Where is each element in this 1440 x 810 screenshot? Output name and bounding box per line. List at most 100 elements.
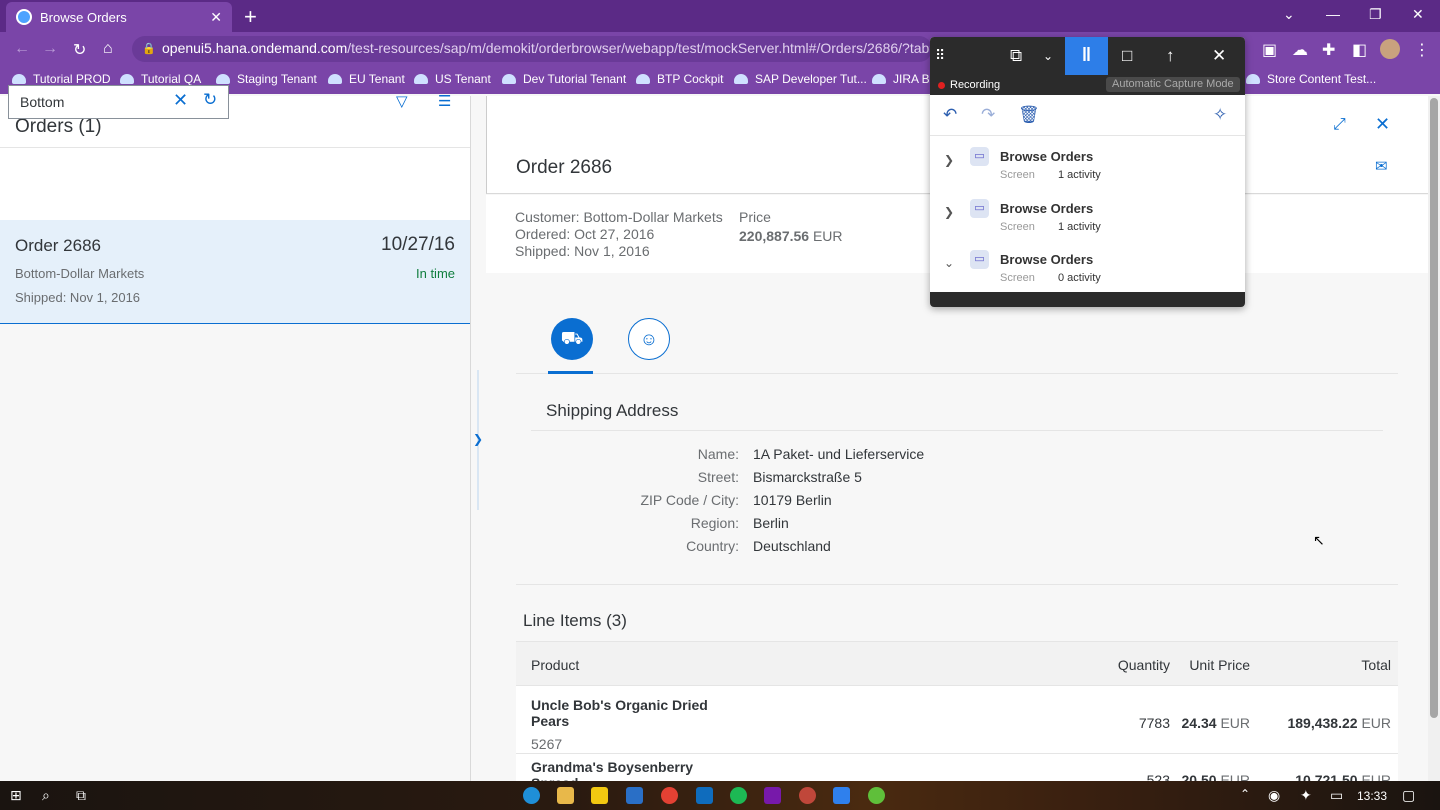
tab-customer[interactable]: ☺ [628, 318, 670, 360]
profile-avatar[interactable] [1380, 39, 1400, 59]
bookmark-item[interactable]: Staging Tenant [216, 72, 317, 86]
tray-app-icon[interactable]: ◉ [1268, 787, 1280, 804]
search-input[interactable]: Bottom [8, 85, 229, 119]
quantity: 7783 [1138, 715, 1170, 731]
bookmark-item[interactable]: BTP Cockpit [636, 72, 723, 86]
column-header[interactable]: Total [1361, 657, 1391, 673]
clear-icon[interactable]: ✕ [173, 90, 188, 111]
bookmark-item[interactable]: Tutorial PROD [12, 72, 111, 86]
home-icon[interactable]: ⌂ [103, 40, 113, 58]
forward-icon[interactable]: → [42, 40, 58, 58]
recorder-step[interactable]: ⌄ ▭ Browse Orders Screen 0 activity [930, 240, 1245, 291]
spotify-icon[interactable] [730, 787, 747, 804]
mail-icon[interactable] [626, 787, 643, 804]
notifications-icon[interactable]: ▢ [1402, 787, 1415, 804]
table-row[interactable]: Uncle Bob's Organic Dried Pears 5267 24.… [516, 686, 1398, 754]
browser-tab[interactable]: Browse Orders ✕ [6, 2, 232, 32]
total: 189,438.22 EUR [1241, 715, 1391, 731]
scrollbar-thumb[interactable] [1430, 98, 1438, 718]
bookmark-label: Staging Tenant [237, 72, 317, 86]
filter-icon[interactable]: ▽ [396, 92, 408, 110]
restore-button[interactable]: ❐ [1369, 6, 1382, 23]
onenote-icon[interactable] [764, 787, 781, 804]
column-header[interactable]: Unit Price [1189, 657, 1250, 673]
address-bar[interactable]: 🔒 openui5.hana.ondemand.com/test-resourc… [132, 36, 932, 62]
edge-icon[interactable] [523, 787, 540, 804]
file-explorer-icon[interactable] [557, 787, 574, 804]
list-item-order[interactable]: Order 2686 10/27/16 Bottom-Dollar Market… [0, 220, 470, 324]
magic-wand-icon[interactable]: ✧ [1213, 105, 1227, 125]
detail-scrollbar[interactable] [1428, 96, 1440, 781]
chevron-right-icon[interactable]: ❯ [944, 153, 954, 167]
fullscreen-icon[interactable]: ⤢ [1333, 116, 1346, 134]
recorder-step[interactable]: ❯ ▭ Browse Orders Screen 1 activity [930, 189, 1245, 240]
column-header[interactable]: Product [531, 657, 579, 673]
bookmark-item[interactable]: EU Tenant [328, 72, 405, 86]
screenshot-add-icon[interactable]: ⧉ [1010, 46, 1022, 66]
bookmark-item[interactable]: SAP Developer Tut... [734, 72, 867, 86]
bookmark-item[interactable]: US Tenant [414, 72, 491, 86]
back-icon[interactable]: ← [14, 40, 30, 58]
more-menu-icon[interactable]: ⋮ [1414, 40, 1430, 60]
windows-start-icon[interactable]: ⊞ [10, 787, 22, 804]
reload-icon[interactable]: ↻ [73, 40, 86, 60]
group-icon[interactable]: ☰ [438, 92, 451, 110]
app-icon[interactable] [868, 787, 885, 804]
bookmark-item[interactable]: Store Content Test... [1246, 72, 1376, 86]
price-label: Price [739, 209, 771, 225]
chrome-active-icon[interactable] [799, 787, 816, 804]
clock[interactable]: 13:33 [1357, 789, 1387, 803]
pause-button[interactable]: ‖ [1065, 37, 1108, 75]
field-value: Deutschland [753, 538, 831, 554]
table-row[interactable]: Grandma's Boysenberry Spread 20.50 EUR 5… [516, 754, 1398, 781]
chevron-right-icon[interactable]: ❯ [473, 432, 483, 446]
sidebar-icon[interactable]: ◧ [1352, 40, 1367, 60]
trash-icon[interactable]: 🗑 [1018, 105, 1040, 125]
teams-icon[interactable]: ✦ [1300, 787, 1312, 804]
chrome-icon[interactable] [661, 787, 678, 804]
chevron-down-icon[interactable]: ⌄ [944, 256, 954, 270]
order-customer: Bottom-Dollar Markets [15, 266, 145, 281]
column-header[interactable]: Quantity [1118, 657, 1170, 673]
bookmark-label: Tutorial QA [141, 72, 202, 86]
refresh-icon[interactable]: ↻ [203, 90, 217, 110]
close-recorder-icon[interactable]: ✕ [1212, 46, 1226, 66]
chevron-down-icon[interactable]: ⌄ [1043, 49, 1053, 63]
task-view-icon[interactable]: ⧉ [76, 787, 86, 804]
recording-dot-icon [938, 82, 945, 89]
minimize-button[interactable]: — [1326, 6, 1340, 22]
email-icon[interactable]: ✉ [1375, 157, 1388, 175]
bookmark-item[interactable]: JIRA Bo [872, 72, 936, 86]
close-tab-icon[interactable]: ✕ [210, 9, 222, 26]
redo-icon[interactable]: ↷ [981, 105, 995, 125]
tab-search-icon[interactable]: ⌄ [1283, 6, 1295, 23]
screen-icon: ▭ [970, 199, 989, 218]
chevron-right-icon[interactable]: ❯ [944, 205, 954, 219]
outlook-icon[interactable] [696, 787, 713, 804]
screen-icon: ▭ [970, 147, 989, 166]
store-icon[interactable] [591, 787, 608, 804]
recorder-step[interactable]: ❯ ▭ Browse Orders Screen 1 activity [930, 137, 1245, 188]
undo-icon[interactable]: ↶ [943, 105, 957, 125]
bookmark-item[interactable]: Tutorial QA [120, 72, 201, 86]
search-icon[interactable]: ⌕ [42, 787, 50, 804]
collapse-up-icon[interactable]: ↑ [1166, 46, 1175, 66]
extension-cloud-icon[interactable]: ☁ [1292, 40, 1308, 60]
chevron-up-icon[interactable]: ⌃ [1240, 787, 1250, 801]
product-name: Grandma's Boysenberry Spread [531, 759, 694, 781]
battery-icon[interactable]: ▭ [1330, 787, 1343, 804]
stop-icon[interactable]: □ [1122, 46, 1132, 66]
shipping-address-title: Shipping Address [546, 401, 679, 420]
step-name: Browse Orders [1000, 149, 1094, 164]
master-list-pane: Orders (1) Order 2686 10/27/16 Bottom-Do… [0, 96, 471, 781]
extensions-puzzle-icon[interactable]: ✚ [1322, 40, 1335, 60]
new-tab-button[interactable]: + [244, 4, 257, 30]
drag-handle-icon[interactable]: ⠿ [935, 47, 945, 64]
vscode-icon[interactable] [833, 787, 850, 804]
close-icon[interactable]: ✕ [1375, 114, 1390, 135]
capture-mode-badge[interactable]: Automatic Capture Mode [1106, 77, 1240, 92]
cast-icon[interactable]: ▣ [1262, 40, 1277, 60]
tab-shipping[interactable]: ⛟ [551, 318, 593, 360]
bookmark-item[interactable]: Dev Tutorial Tenant [502, 72, 626, 86]
close-window-button[interactable]: ✕ [1412, 6, 1424, 23]
